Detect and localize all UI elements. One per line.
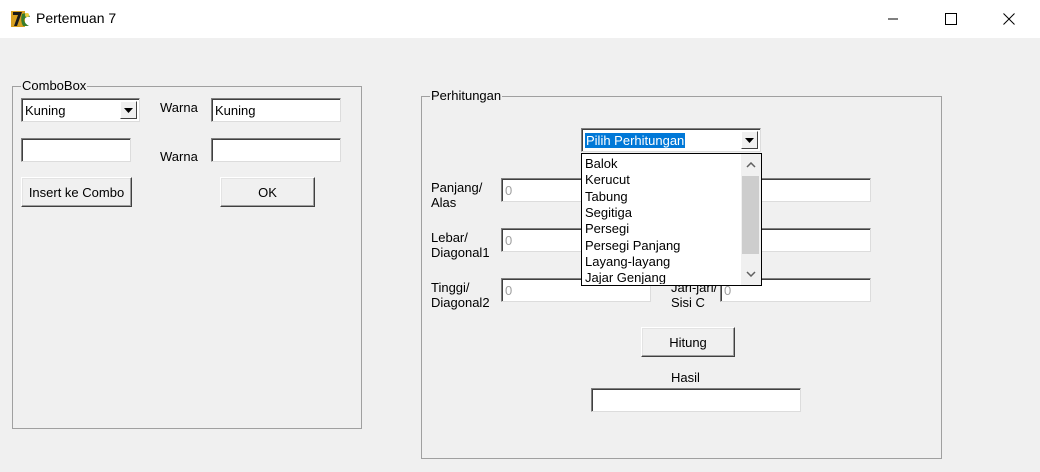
warna-field-2[interactable]	[211, 138, 341, 162]
panjang-label-line1: Panjang/	[431, 180, 483, 195]
jari-label-line2: Sisi C	[671, 295, 705, 310]
scroll-up-icon[interactable]	[741, 156, 761, 174]
maximize-button[interactable]	[922, 0, 980, 38]
dropdown-option[interactable]: Layang-layang	[585, 254, 670, 270]
hasil-field[interactable]	[591, 388, 801, 412]
dropdown-option[interactable]: Balok	[585, 156, 618, 172]
new-item-field[interactable]	[21, 138, 131, 162]
perhitungan-group-title: Perhitungan	[430, 88, 503, 103]
perhitungan-select-value: Pilih Perhitungan	[585, 133, 686, 148]
warna-field-1[interactable]: Kuning	[211, 98, 341, 122]
perhitungan-dropdown-list: Balok Kerucut Tabung Segitiga Persegi Pe…	[581, 153, 762, 286]
scrollbar-thumb[interactable]	[742, 176, 759, 254]
warna-label-1: Warna	[160, 100, 198, 115]
color-combobox[interactable]: Kuning	[21, 98, 140, 122]
maximize-icon	[945, 13, 957, 25]
close-icon	[1003, 13, 1015, 25]
hasil-label: Hasil	[671, 370, 700, 385]
tinggi-label-line2: Diagonal2	[431, 295, 490, 310]
lebar-label-line2: Diagonal1	[431, 245, 490, 260]
tinggi-label-line1: Tinggi/	[431, 280, 470, 295]
chevron-down-icon[interactable]	[741, 131, 758, 149]
window-title: Pertemuan 7	[36, 10, 117, 26]
close-button[interactable]	[980, 0, 1038, 38]
warna-label-2: Warna	[160, 149, 198, 164]
minimize-icon	[888, 18, 898, 20]
color-combobox-value: Kuning	[25, 103, 66, 118]
chevron-down-icon[interactable]	[120, 101, 137, 119]
insert-combo-button[interactable]: Insert ke Combo	[21, 177, 132, 207]
ok-button[interactable]: OK	[220, 177, 315, 207]
dropdown-scrollbar[interactable]	[741, 154, 761, 285]
dropdown-option[interactable]: Jajar Genjang	[585, 270, 666, 284]
scroll-down-icon[interactable]	[741, 265, 761, 283]
dropdown-option[interactable]: Persegi Panjang	[585, 238, 680, 254]
perhitungan-select[interactable]: Pilih Perhitungan	[581, 128, 761, 152]
panjang-label-line2: Alas	[431, 195, 457, 210]
lebar-label: Lebar/ Diagonal1	[431, 230, 490, 260]
dropdown-option[interactable]: Segitiga	[585, 205, 632, 221]
hitung-button[interactable]: Hitung	[641, 327, 735, 357]
tinggi-label: Tinggi/ Diagonal2	[431, 280, 490, 310]
dropdown-option[interactable]: Tabung	[585, 189, 628, 205]
combobox-group-title: ComboBox	[21, 78, 88, 93]
panjang-label: Panjang/ Alas	[431, 180, 482, 210]
delphi-app-icon	[11, 11, 30, 27]
title-bar: Pertemuan 7	[0, 0, 1040, 38]
lebar-label-line1: Lebar/	[431, 230, 468, 245]
dropdown-option[interactable]: Persegi	[585, 221, 629, 237]
minimize-button[interactable]	[864, 0, 922, 38]
dropdown-option[interactable]: Kerucut	[585, 172, 630, 188]
